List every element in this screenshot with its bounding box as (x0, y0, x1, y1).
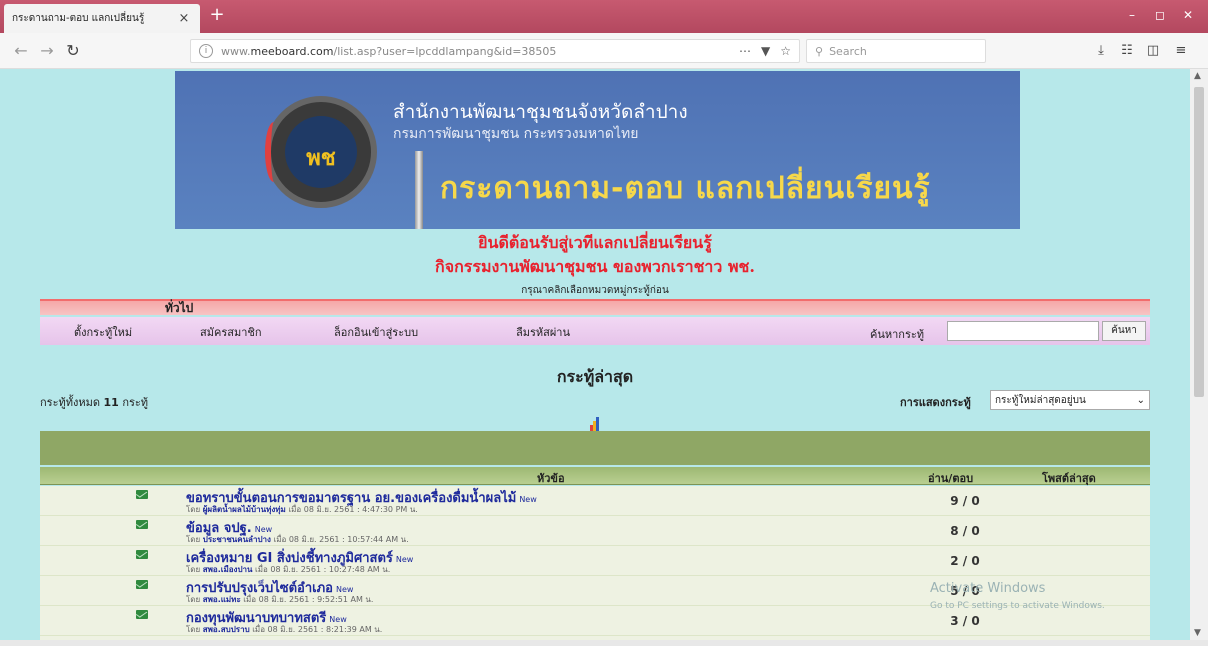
topic-author-link[interactable]: สพอ.แม่ทะ (203, 595, 241, 604)
new-badge: New (395, 555, 414, 564)
vertical-scrollbar[interactable]: ▲ ▼ (1190, 69, 1208, 640)
topic-row: ข้อมูล จปฐ. New โดย ประชาชนคนลำปาง เมื่อ … (40, 516, 1150, 546)
search-icon: ⚲ (815, 44, 824, 58)
page-viewport: พช สำนักงานพัฒนาชุมชนจังหวัดลำปาง กรมการ… (0, 69, 1190, 640)
topic-author-link[interactable]: สพอ.สบปราบ (203, 625, 250, 634)
column-title-header: หัวข้อ (537, 472, 565, 485)
read-reply-count: 9 / 0 (950, 494, 980, 508)
tab-title: กระดานถาม-ตอบ แลกเปลี่ยนรู้ (12, 13, 145, 24)
stats-chart-icon[interactable] (590, 417, 600, 431)
url-text[interactable]: www.meeboard.com/list.asp?user=lpcddlamp… (221, 45, 739, 58)
flagpole-image (415, 151, 423, 229)
welcome-line-1: ยินดีต้อนรับสู่เวทีแลกเปลี่ยนเรียนรู้ (478, 233, 712, 252)
envelope-icon (136, 580, 148, 589)
topic-table-header-band (40, 431, 1150, 465)
address-bar[interactable]: i www.meeboard.com/list.asp?user=lpcddla… (190, 39, 800, 63)
board-menu-bar: ตั้งกระทู้ใหม่ สมัครสมาชิก ล็อกอินเข้าสู… (40, 317, 1150, 345)
close-window-icon[interactable]: ✕ (1174, 6, 1202, 24)
banner-title-board: กระดานถาม-ตอบ แลกเปลี่ยนเรียนรู้ (440, 171, 931, 206)
choose-category-text: กรุณาคลิกเลือกหมวดหมู่กระทู้ก่อน (521, 285, 669, 296)
topic-meta: โดย ประชาชนคนลำปาง เมื่อ 08 มิ.ย. 2561 :… (186, 535, 409, 544)
envelope-icon (136, 610, 148, 619)
reload-icon[interactable]: ↻ (62, 41, 84, 61)
envelope-icon (136, 490, 148, 499)
banner-title-department: กรมการพัฒนาชุมชน กระทรวงมหาดไทย (393, 126, 639, 142)
window-bottom-edge (0, 640, 1208, 646)
bookmark-star-icon[interactable]: ☆ (780, 44, 791, 58)
category-general[interactable]: ทั่วไป (165, 299, 193, 318)
site-banner: พช สำนักงานพัฒนาชุมชนจังหวัดลำปาง กรมการ… (175, 71, 1020, 229)
read-reply-count: 2 / 0 (950, 554, 980, 568)
login-link[interactable]: ล็อกอินเข้าสู่ระบบ (334, 323, 418, 341)
topic-meta: โดย สพอ.แม่ทะ เมื่อ 08 มิ.ย. 2561 : 9:52… (186, 595, 374, 604)
read-reply-count: 3 / 0 (950, 614, 980, 628)
welcome-line-2: กิจกรรมงานพัฒนาชุมชน ของพวกเราชาว พช. (435, 257, 755, 276)
topic-search-label: ค้นหากระทู้ (870, 328, 925, 341)
chevron-down-icon: ⌄ (1136, 394, 1145, 406)
topic-table-column-headers: หัวข้อ อ่าน/ตอบ โพสต์ล่าสุด (40, 467, 1150, 485)
back-icon[interactable]: ← (10, 41, 32, 61)
search-field[interactable]: ⚲ Search (806, 39, 986, 63)
pocket-icon[interactable]: ▼ (761, 44, 770, 58)
scroll-up-icon[interactable]: ▲ (1194, 71, 1201, 81)
topic-row: เครื่องหมาย GI สิ่งบ่งชี้ทางภูมิศาสตร์ Ne… (40, 546, 1150, 576)
category-bar: ทั่วไป (40, 299, 1150, 315)
register-link[interactable]: สมัครสมาชิก (200, 323, 262, 341)
site-info-icon[interactable]: i (199, 44, 213, 58)
envelope-icon (136, 550, 148, 559)
sort-label: การแสดงกระทู้ (900, 396, 971, 409)
sort-order-select[interactable]: กระทู้ใหม่ล่าสุดอยู่บน ⌄ (990, 390, 1150, 410)
column-last-post-header: โพสต์ล่าสุด (1042, 472, 1096, 485)
minimize-icon[interactable]: – (1118, 6, 1146, 24)
new-tab-button[interactable]: + (206, 4, 228, 26)
library-icon[interactable]: ☷ (1118, 43, 1136, 59)
browser-title-bar: กระดานถาม-ตอบ แลกเปลี่ยนรู้ × + – ◻ ✕ (0, 0, 1208, 33)
total-topics-count: กระทู้ทั้งหมด 11 กระทู้ (40, 396, 149, 409)
new-badge: New (519, 495, 537, 504)
sidebar-icon[interactable]: ◫ (1144, 43, 1162, 59)
logo-emblem: พช (265, 96, 377, 208)
topic-meta: โดย สพอ.เมืองปาน เมื่อ 08 มิ.ย. 2561 : 1… (186, 565, 391, 574)
topic-meta: โดย ผู้ผลิตน้ำผลไม้บ้านทุ่งทุ่ม เมื่อ 08… (186, 505, 418, 514)
activate-windows-watermark: Activate Windows (930, 581, 1046, 596)
forward-icon[interactable]: → (36, 41, 58, 61)
search-placeholder: Search (829, 44, 867, 58)
topic-list: ขอทราบขั้นตอนการขอมาตรฐาน อย.ของเครื่องด… (40, 486, 1150, 640)
activate-windows-hint: Go to PC settings to activate Windows. (930, 601, 1105, 611)
envelope-icon (136, 520, 148, 529)
download-icon[interactable]: ⤓ (1092, 43, 1110, 59)
menu-icon[interactable]: ≡ (1172, 43, 1190, 59)
navigation-bar: ← → ↻ i www.meeboard.com/list.asp?user=l… (0, 33, 1208, 69)
tab-close-icon[interactable]: × (176, 11, 192, 26)
topic-author-link[interactable]: ผู้ผลิตน้ำผลไม้บ้านทุ่งทุ่ม (203, 505, 286, 514)
scrollbar-thumb[interactable] (1194, 87, 1204, 397)
maximize-icon[interactable]: ◻ (1146, 6, 1174, 24)
page-actions-icon[interactable]: ⋯ (739, 44, 751, 58)
topic-search-input[interactable] (947, 321, 1099, 341)
browser-tab[interactable]: กระดานถาม-ตอบ แลกเปลี่ยนรู้ × (4, 4, 200, 33)
topic-author-link[interactable]: สพอ.เมืองปาน (203, 565, 253, 574)
topic-row: ขอทราบขั้นตอนการขอมาตรฐาน อย.ของเครื่องด… (40, 486, 1150, 516)
read-reply-count: 8 / 0 (950, 524, 980, 538)
scroll-down-icon[interactable]: ▼ (1194, 628, 1201, 638)
new-topic-link[interactable]: ตั้งกระทู้ใหม่ (74, 323, 132, 341)
latest-topics-heading: กระทู้ล่าสุด (556, 367, 634, 386)
topic-author-link[interactable]: ประชาชนคนลำปาง (203, 535, 271, 544)
topic-meta: โดย สพอ.สบปราบ เมื่อ 08 มิ.ย. 2561 : 8:2… (186, 625, 383, 634)
forgot-password-link[interactable]: ลืมรหัสผ่าน (516, 323, 570, 341)
column-read-reply-header: อ่าน/ตอบ (928, 472, 974, 485)
topic-search-button[interactable]: ค้นหา (1102, 321, 1146, 341)
